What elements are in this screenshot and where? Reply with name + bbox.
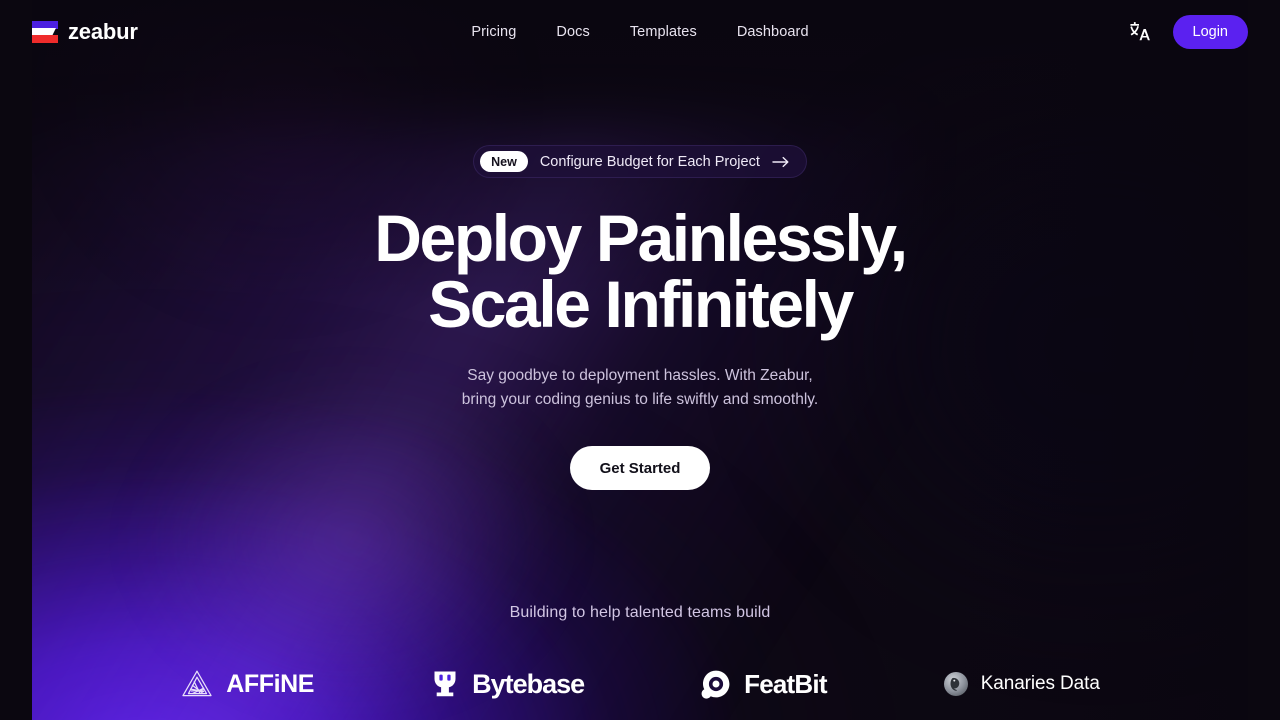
partner-logo-label: FeatBit bbox=[744, 668, 827, 699]
partner-logo-affine[interactable]: AFFiNE bbox=[180, 668, 314, 700]
nav-item-dashboard[interactable]: Dashboard bbox=[737, 24, 809, 40]
partner-logo-kanaries[interactable]: Kanaries Data bbox=[943, 671, 1100, 697]
landing-page: zeabur Pricing Docs Templates Dashboard bbox=[0, 0, 1280, 720]
site-header: zeabur Pricing Docs Templates Dashboard bbox=[0, 0, 1280, 64]
partner-logos-row: AFFiNE Bytebase FeatBit Kanaries Data bbox=[0, 668, 1280, 700]
partner-logo-label: AFFiNE bbox=[226, 669, 315, 698]
brand-name: zeabur bbox=[68, 19, 138, 44]
nav-item-docs[interactable]: Docs bbox=[556, 24, 589, 40]
get-started-button[interactable]: Get Started bbox=[569, 446, 711, 490]
partner-logo-label: Bytebase bbox=[472, 668, 585, 699]
subtitle-line-1: Say goodbye to deployment hassles. With … bbox=[467, 367, 813, 384]
bytebase-logo-icon bbox=[434, 671, 456, 697]
brand-logo-link[interactable]: zeabur bbox=[32, 19, 138, 45]
partner-logo-featbit[interactable]: FeatBit bbox=[700, 668, 827, 700]
subtitle-line-2: bring your coding genius to life swiftly… bbox=[461, 391, 819, 408]
partner-logos-section: Building to help talented teams build AF… bbox=[0, 604, 1280, 700]
language-switcher-button[interactable] bbox=[1125, 17, 1155, 47]
affine-logo-icon bbox=[182, 670, 212, 697]
nav-item-pricing[interactable]: Pricing bbox=[471, 24, 516, 40]
arrow-right-icon bbox=[772, 156, 790, 168]
headline-line-1: Deploy Painlessly, bbox=[374, 201, 908, 275]
partner-logos-tagline: Building to help talented teams build bbox=[509, 604, 771, 621]
login-button[interactable]: Login bbox=[1172, 15, 1248, 49]
hero-subtitle: Say goodbye to deployment hassles. With … bbox=[462, 364, 818, 412]
featbit-logo-icon bbox=[701, 670, 730, 699]
translate-icon bbox=[1129, 22, 1150, 41]
announcement-text: Configure Budget for Each Project bbox=[539, 153, 760, 170]
headline-line-2: Scale Infinitely bbox=[428, 267, 854, 341]
main-nav: Pricing Docs Templates Dashboard bbox=[471, 24, 808, 40]
header-actions: Login bbox=[1125, 15, 1248, 49]
announcement-badge: New bbox=[480, 151, 528, 172]
partner-logo-bytebase[interactable]: Bytebase bbox=[430, 668, 585, 700]
zeabur-logo-icon bbox=[32, 21, 58, 43]
kanaries-logo-icon bbox=[943, 672, 968, 696]
page-title: Deploy Painlessly, Scale Infinitely bbox=[374, 205, 908, 341]
nav-item-templates[interactable]: Templates bbox=[630, 24, 697, 40]
hero-section: New Configure Budget for Each Project De… bbox=[0, 0, 1280, 490]
partner-logo-label: Kanaries Data bbox=[980, 673, 1100, 694]
announcement-banner[interactable]: New Configure Budget for Each Project bbox=[473, 145, 807, 178]
